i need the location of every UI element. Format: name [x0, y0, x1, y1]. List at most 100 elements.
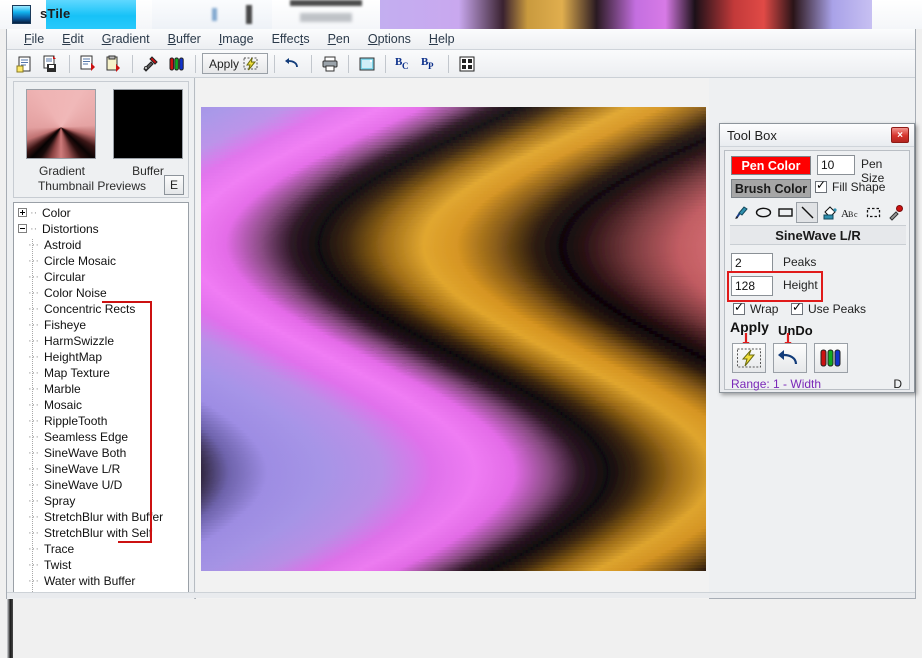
tree-item-stretchblur-with-self[interactable]: ··· StretchBlur with Self: [14, 525, 188, 541]
d-status-label: D: [893, 377, 902, 391]
gradient-thumbnail[interactable]: [26, 89, 96, 159]
undo-icon[interactable]: [281, 52, 305, 75]
fill-bucket-tool-icon[interactable]: [818, 202, 840, 223]
tree-item-map-texture[interactable]: ··· Map Texture: [14, 365, 188, 381]
tree-connector: ···: [28, 527, 39, 539]
tool-box-title-bar[interactable]: Tool Box ×: [720, 124, 914, 147]
wrap-checkbox[interactable]: [733, 300, 745, 315]
line-tool-icon[interactable]: [796, 201, 818, 223]
gradient-thumbnail-label: Gradient: [38, 164, 86, 178]
eyedropper-tool-icon[interactable]: [884, 202, 906, 223]
menu-bar: File Edit Gradient Buffer Image Effects …: [7, 29, 915, 50]
use-peaks-checkbox[interactable]: [791, 300, 803, 315]
tree-item-concentric-rects[interactable]: ··· Concentric Rects: [14, 301, 188, 317]
tree-item-mosaic[interactable]: ··· Mosaic: [14, 397, 188, 413]
paste-gradient-icon[interactable]: [102, 52, 126, 75]
open-gradient-icon[interactable]: [76, 52, 100, 75]
tree-item-color[interactable]: ·· Color: [14, 205, 188, 221]
tree-item-rippletooth[interactable]: ··· RippleTooth: [14, 413, 188, 429]
menu-file[interactable]: File: [15, 30, 53, 48]
tree-connector: ···: [28, 447, 39, 459]
tree-connector: ···: [28, 463, 39, 475]
tree-item-sinewave-l-r[interactable]: ··· SineWave L/R: [14, 461, 188, 477]
expand-icon[interactable]: [18, 208, 27, 217]
annotation-line-bottom: [118, 541, 152, 543]
menu-pen[interactable]: Pen: [319, 30, 359, 48]
svg-text:c: c: [854, 210, 858, 219]
tile-preview-icon[interactable]: [455, 52, 479, 75]
tree-item-sinewave-both[interactable]: ··· SineWave Both: [14, 445, 188, 461]
rgb-channels-button[interactable]: [814, 343, 848, 373]
app-icon: [12, 5, 31, 24]
tree-connector: ···: [28, 415, 39, 427]
toolbar-separator: [448, 54, 449, 73]
tree-item-harmswizzle[interactable]: ··· HarmSwizzle: [14, 333, 188, 349]
buffer-thumbnail[interactable]: [113, 89, 183, 159]
tool-bar: Apply B C B P: [7, 50, 915, 78]
pen-color-button[interactable]: Pen Color: [731, 156, 811, 175]
drawing-tools-row: A B c: [730, 201, 906, 223]
tree-item-circular[interactable]: ··· Circular: [14, 269, 188, 285]
undo-effect-button[interactable]: [773, 343, 807, 373]
buffer-copy-icon[interactable]: B C: [392, 52, 416, 75]
print-icon[interactable]: [318, 52, 342, 75]
menu-help[interactable]: Help: [420, 30, 464, 48]
tree-item-spray[interactable]: ··· Spray: [14, 493, 188, 509]
rectangle-tool-icon[interactable]: [774, 202, 796, 223]
tree-item-twist[interactable]: ··· Twist: [14, 557, 188, 573]
tree-item-trace[interactable]: ··· Trace: [14, 541, 188, 557]
tree-item-label: SineWave L/R: [44, 462, 121, 476]
new-document-icon[interactable]: [13, 52, 37, 75]
save-document-icon[interactable]: [39, 52, 63, 75]
effects-tree[interactable]: ·· Color ·· Distortions ··· Astroid ··· Circle …: [13, 202, 189, 596]
tree-connector: ··: [30, 207, 38, 219]
tool-box-close-button[interactable]: ×: [891, 127, 909, 143]
gradient-image: [201, 107, 706, 571]
tree-connector: ···: [28, 495, 39, 507]
tree-item-sinewave-u-d[interactable]: ··· SineWave U/D: [14, 477, 188, 493]
menu-options[interactable]: Options: [359, 30, 420, 48]
apply-effect-button[interactable]: [732, 343, 766, 373]
menu-gradient[interactable]: Gradient: [93, 30, 159, 48]
ellipse-tool-icon[interactable]: [752, 202, 774, 223]
image-canvas[interactable]: [201, 107, 706, 571]
tree-item-label: Trace: [44, 542, 75, 556]
tree-item-label: Mosaic: [44, 398, 83, 412]
buffer-paste-icon[interactable]: B P: [418, 52, 442, 75]
brush-tool-icon[interactable]: [730, 202, 752, 223]
height-input[interactable]: 128: [731, 276, 773, 296]
apply-button[interactable]: Apply: [202, 53, 268, 74]
text-tool-icon[interactable]: A B c: [840, 202, 862, 223]
tool-box-title: Tool Box: [727, 128, 777, 143]
tree-item-astroid[interactable]: ··· Astroid: [14, 237, 188, 253]
tree-item-fisheye[interactable]: ··· Fisheye: [14, 317, 188, 333]
tree-item-seamless-edge[interactable]: ··· Seamless Edge: [14, 429, 188, 445]
peaks-input[interactable]: 2: [731, 253, 773, 273]
brush-color-button[interactable]: Brush Color: [731, 179, 811, 198]
menu-edit[interactable]: Edit: [53, 30, 93, 48]
menu-effects[interactable]: Effects: [263, 30, 319, 48]
pen-size-input[interactable]: 10: [817, 155, 855, 175]
tree-item-color-noise[interactable]: ··· Color Noise: [14, 285, 188, 301]
edit-gradient-button[interactable]: E: [164, 175, 184, 195]
collapse-icon[interactable]: [18, 224, 27, 233]
tree-item-circle-mosaic[interactable]: ··· Circle Mosaic: [14, 253, 188, 269]
tree-item-marble[interactable]: ··· Marble: [14, 381, 188, 397]
tree-connector: ···: [28, 271, 39, 283]
window-title-bar: sTile: [0, 0, 922, 29]
tree-item-label: Circular: [44, 270, 86, 284]
tree-item-heightmap[interactable]: ··· HeightMap: [14, 349, 188, 365]
tree-item-distortions[interactable]: ·· Distortions: [14, 221, 188, 237]
copy-to-clipboard-icon[interactable]: [355, 52, 379, 75]
select-tool-icon[interactable]: [862, 202, 884, 223]
menu-image[interactable]: Image: [210, 30, 263, 48]
tree-item-water-with-buffer[interactable]: ··· Water with Buffer: [14, 573, 188, 589]
peaks-label: Peaks: [783, 255, 817, 269]
app-title: sTile: [40, 6, 71, 21]
rgb-channels-icon[interactable]: [165, 52, 189, 75]
tree-item-stretchblur-with-buffer[interactable]: ··· StretchBlur with Buffer: [14, 509, 188, 525]
menu-buffer[interactable]: Buffer: [159, 30, 210, 48]
toolbar-separator: [132, 54, 133, 73]
fill-shape-checkbox[interactable]: [815, 178, 827, 193]
tools-icon[interactable]: [139, 52, 163, 75]
